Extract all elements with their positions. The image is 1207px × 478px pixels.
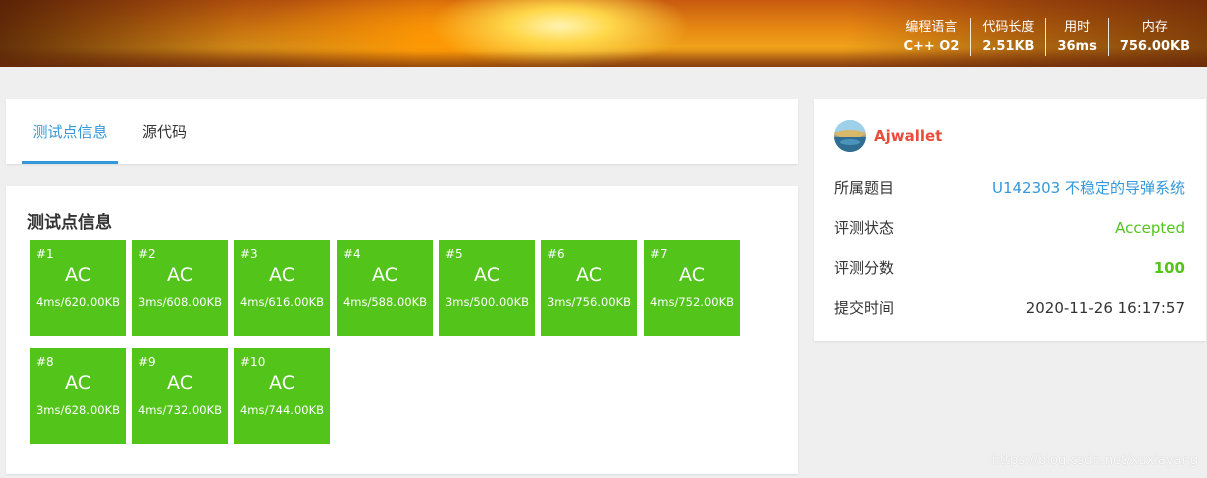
test-case-tile[interactable]: #10 AC 4ms/744.00KB <box>234 348 330 444</box>
test-case-number: #6 <box>547 247 565 261</box>
test-case-number: #1 <box>36 247 54 261</box>
test-case-tile[interactable]: #2 AC 3ms/608.00KB <box>132 240 228 336</box>
test-case-status: AC <box>167 372 193 394</box>
avatar-image-icon <box>834 120 866 152</box>
test-case-tile[interactable]: #3 AC 4ms/616.00KB <box>234 240 330 336</box>
test-case-number: #10 <box>240 355 266 369</box>
info-key-status: 评测状态 <box>834 219 895 237</box>
stat-code-length: 代码长度 2.51KB <box>970 18 1045 56</box>
submit-time-value: 2020-11-26 16:17:57 <box>1025 299 1185 317</box>
test-case-number: #7 <box>650 247 668 261</box>
test-case-tile[interactable]: #5 AC 3ms/500.00KB <box>439 240 535 336</box>
test-case-number: #4 <box>343 247 361 261</box>
test-case-status: AC <box>679 264 705 286</box>
test-case-detail: 4ms/744.00KB <box>239 403 325 417</box>
test-case-status: AC <box>372 264 398 286</box>
submission-info-card: Ajwallet 所属题目 U142303 不稳定的导弹系统 评测状态 Acce… <box>814 99 1206 341</box>
stat-memory-value: 756.00KB <box>1119 39 1190 54</box>
test-case-tile[interactable]: #6 AC 3ms/756.00KB <box>541 240 637 336</box>
test-case-detail: 3ms/756.00KB <box>546 295 632 309</box>
problem-link[interactable]: U142303 不稳定的导弹系统 <box>992 177 1185 199</box>
test-case-status: AC <box>65 264 91 286</box>
info-row-submit-time: 提交时间 2020-11-26 16:17:57 <box>834 297 1186 319</box>
test-case-number: #5 <box>445 247 463 261</box>
test-case-number: #3 <box>240 247 258 261</box>
test-case-detail: 3ms/628.00KB <box>35 403 121 417</box>
info-row-status: 评测状态 Accepted <box>834 217 1186 239</box>
info-row-problem: 所属题目 U142303 不稳定的导弹系统 <box>834 177 1186 199</box>
test-case-number: #8 <box>36 355 54 369</box>
test-case-status: AC <box>167 264 193 286</box>
submission-stats: 编程语言 C++ O2 代码长度 2.51KB 用时 36ms 内存 756.0… <box>892 18 1201 56</box>
test-case-detail: 4ms/588.00KB <box>342 295 428 309</box>
header-banner: 编程语言 C++ O2 代码长度 2.51KB 用时 36ms 内存 756.0… <box>0 0 1207 67</box>
test-case-tile[interactable]: #4 AC 4ms/588.00KB <box>337 240 433 336</box>
test-case-status: AC <box>576 264 602 286</box>
info-key-submit-time: 提交时间 <box>834 299 895 317</box>
test-cases-card: 测试点信息 #1 AC 4ms/620.00KB #2 AC 3ms/608.0… <box>6 186 798 474</box>
tabs-card: 测试点信息 源代码 <box>6 99 798 164</box>
score-value: 100 <box>1153 259 1185 277</box>
test-case-number: #2 <box>138 247 156 261</box>
username-link[interactable]: Ajwallet <box>874 127 942 145</box>
test-case-number: #9 <box>138 355 156 369</box>
stat-memory: 内存 756.00KB <box>1107 18 1201 56</box>
test-case-tile[interactable]: #8 AC 3ms/628.00KB <box>30 348 126 444</box>
stat-time: 用时 36ms <box>1045 18 1107 56</box>
test-case-tile[interactable]: #7 AC 4ms/752.00KB <box>644 240 740 336</box>
test-case-status: AC <box>269 264 295 286</box>
test-case-detail: 3ms/500.00KB <box>444 295 530 309</box>
tab-source-code[interactable]: 源代码 <box>142 99 187 164</box>
stat-time-label: 用时 <box>1064 20 1091 35</box>
test-case-status: AC <box>474 264 500 286</box>
watermark: https://blog.csdn.net/xuxiayang <box>991 453 1198 468</box>
test-case-detail: 4ms/616.00KB <box>239 295 325 309</box>
test-case-status: AC <box>269 372 295 394</box>
stat-code-length-label: 代码长度 <box>982 20 1035 35</box>
test-case-detail: 4ms/732.00KB <box>137 403 223 417</box>
test-case-detail: 4ms/752.00KB <box>649 295 735 309</box>
info-key-problem: 所属题目 <box>834 179 895 197</box>
stat-language-value: C++ O2 <box>903 39 960 54</box>
stat-time-value: 36ms <box>1057 39 1097 54</box>
test-cases-title: 测试点信息 <box>27 213 112 233</box>
test-case-status: AC <box>65 372 91 394</box>
tab-test-info[interactable]: 测试点信息 <box>22 99 118 164</box>
stat-language: 编程语言 C++ O2 <box>892 18 970 56</box>
test-case-detail: 4ms/620.00KB <box>35 295 121 309</box>
avatar[interactable] <box>834 120 866 152</box>
info-key-score: 评测分数 <box>834 259 895 277</box>
stat-code-length-value: 2.51KB <box>982 39 1035 54</box>
info-row-score: 评测分数 100 <box>834 257 1186 279</box>
test-case-tile[interactable]: #9 AC 4ms/732.00KB <box>132 348 228 444</box>
status-value: Accepted <box>1115 219 1185 237</box>
stat-memory-label: 内存 <box>1141 20 1168 35</box>
stat-language-label: 编程语言 <box>905 20 958 35</box>
test-case-tile[interactable]: #1 AC 4ms/620.00KB <box>30 240 126 336</box>
test-case-detail: 3ms/608.00KB <box>137 295 223 309</box>
